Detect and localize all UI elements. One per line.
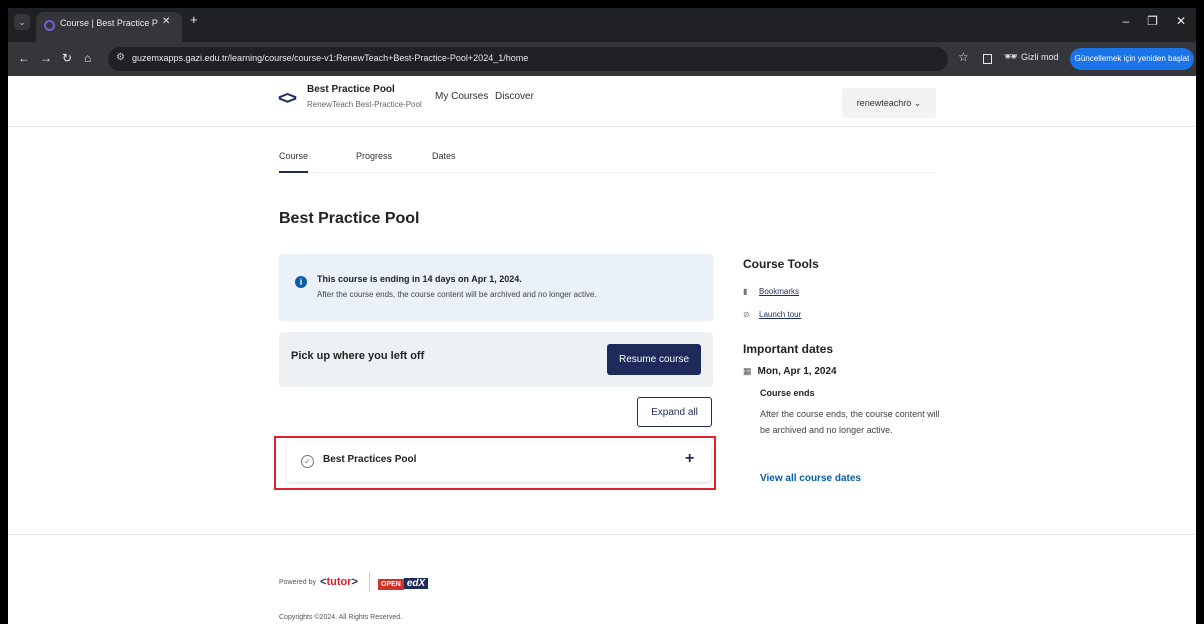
chevron-down-icon: ⌄ — [913, 98, 922, 108]
powered-by-label: Powered by — [279, 579, 316, 586]
date-text: Mon, Apr 1, 2024 — [757, 366, 837, 377]
page-content: <> Best Practice Pool RenewTeach Best-Pr… — [8, 76, 1196, 624]
side-panel-icon[interactable] — [983, 54, 992, 64]
resume-course-button[interactable]: Resume course — [607, 344, 701, 375]
header-course-subtitle: RenewTeach Best-Practice-Pool — [307, 100, 422, 109]
incognito-icon: 🕶 — [1004, 51, 1018, 63]
tab-title: Course | Best Practice Pool | Gu — [60, 18, 158, 28]
url-text: guzemxapps.gazi.edu.tr/learning/course/c… — [132, 53, 529, 63]
site-info-icon[interactable]: ⚙ — [116, 52, 125, 63]
event-description: After the course ends, the course conten… — [760, 409, 940, 435]
close-window-icon[interactable]: ✕ — [1176, 14, 1186, 28]
restore-icon[interactable]: ❐ — [1147, 14, 1158, 28]
copyright-text: Copyrights ©2024. All Rights Reserved. — [279, 614, 403, 621]
tab-strip: ⌄ Course | Best Practice Pool | Gu ✕ + –… — [8, 8, 1196, 42]
minimize-icon[interactable]: – — [1122, 14, 1129, 28]
launch-tour-link[interactable]: ⊘ Launch tour — [743, 310, 801, 319]
header-course-title: Best Practice Pool — [307, 84, 395, 95]
page-title: Best Practice Pool — [279, 210, 420, 227]
highlight-box — [274, 436, 716, 490]
alert-title: This course is ending in 14 days on Apr … — [317, 274, 522, 284]
openedx-logo[interactable]: OPEN edX — [378, 573, 429, 591]
bookmarks-link[interactable]: ▮ Bookmarks — [743, 287, 799, 296]
browser-window: ⌄ Course | Best Practice Pool | Gu ✕ + –… — [8, 8, 1196, 624]
address-bar[interactable]: ⚙ guzemxapps.gazi.edu.tr/learning/course… — [108, 47, 948, 71]
openedx-logo-edx: edX — [403, 578, 429, 589]
home-icon[interactable]: ⌂ — [84, 51, 91, 65]
compass-icon: ⊘ — [743, 310, 750, 319]
openedx-logo-open: OPEN — [378, 579, 404, 590]
course-tools-title: Course Tools — [743, 257, 819, 271]
reload-icon[interactable]: ↻ — [62, 51, 72, 65]
course-logo-icon[interactable]: <> — [278, 88, 297, 109]
favicon-icon — [44, 20, 55, 31]
forward-icon[interactable]: → — [40, 51, 52, 65]
incognito-indicator[interactable]: 🕶 Gizli mod — [1004, 50, 1058, 63]
tab-progress[interactable]: Progress — [356, 151, 392, 161]
browser-tab[interactable]: Course | Best Practice Pool | Gu ✕ — [36, 12, 182, 42]
view-all-dates-link[interactable]: View all course dates — [760, 473, 861, 484]
tutor-logo-text: tutor — [326, 576, 352, 588]
resume-card: Pick up where you left off Resume course — [279, 332, 713, 387]
browser-toolbar: ← → ↻ ⌂ ⚙ guzemxapps.gazi.edu.tr/learnin… — [8, 42, 1196, 76]
course-ending-alert: i This course is ending in 14 days on Ap… — [279, 254, 713, 320]
alert-body: After the course ends, the course conten… — [317, 290, 597, 299]
calendar-icon: ▦ — [743, 366, 752, 376]
course-tabs: Course Progress Dates — [278, 146, 936, 173]
new-tab-icon[interactable]: + — [190, 12, 198, 27]
site-footer: Powered by <tutor> OPEN edX Copyrights ©2… — [8, 534, 1196, 624]
username: renewteachro — [856, 98, 912, 108]
date-line: ▦ Mon, Apr 1, 2024 — [743, 366, 837, 377]
footer-divider — [369, 572, 370, 592]
tutor-logo[interactable]: <tutor> — [320, 576, 358, 588]
bookmark-star-icon[interactable]: ☆ — [958, 50, 969, 64]
tab-dates[interactable]: Dates — [432, 151, 456, 161]
window-controls: – ❐ ✕ — [1122, 14, 1186, 28]
tab-course[interactable]: Course — [279, 151, 309, 173]
nav-discover[interactable]: Discover — [495, 91, 534, 102]
user-menu-button[interactable]: renewteachro ⌄ — [842, 88, 936, 118]
bookmarks-label: Bookmarks — [759, 287, 800, 296]
event-title: Course ends — [760, 388, 815, 398]
nav-my-courses[interactable]: My Courses — [435, 91, 488, 102]
back-icon[interactable]: ← — [18, 51, 30, 65]
update-button[interactable]: Güncellemek için yeniden başlat — [1070, 48, 1194, 70]
tab-close-icon[interactable]: ✕ — [162, 16, 170, 27]
info-icon: i — [295, 276, 307, 288]
site-header: <> Best Practice Pool RenewTeach Best-Pr… — [8, 76, 1196, 127]
expand-all-button[interactable]: Expand all — [637, 397, 712, 427]
important-dates-title: Important dates — [743, 342, 834, 356]
resume-text: Pick up where you left off — [291, 350, 425, 362]
incognito-label: Gizli mod — [1020, 52, 1059, 62]
bookmark-icon: ▮ — [743, 287, 748, 296]
launch-tour-label: Launch tour — [759, 310, 802, 319]
tab-search-icon[interactable]: ⌄ — [14, 14, 30, 30]
